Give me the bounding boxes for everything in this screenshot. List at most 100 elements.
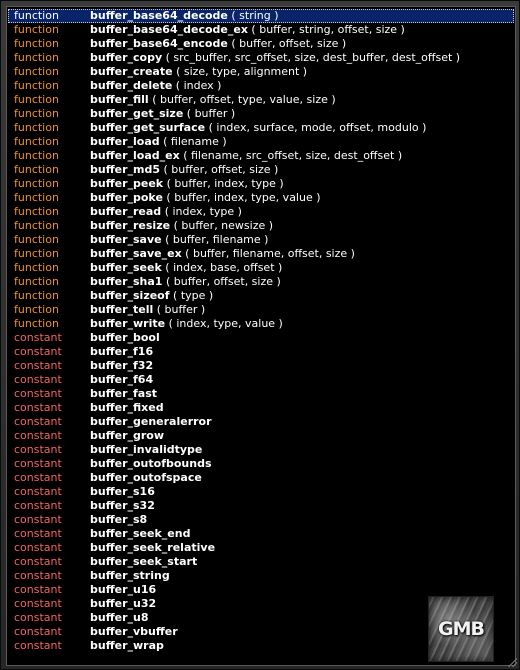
- list-item-buffer-s32[interactable]: constant buffer_s32: [8, 499, 514, 513]
- item-signature: buffer_save ( buffer, filename ): [90, 233, 268, 247]
- list-item-buffer-f16[interactable]: constant buffer_f16: [8, 345, 514, 359]
- item-name: buffer_s16: [90, 485, 155, 498]
- list-item-buffer-s16[interactable]: constant buffer_s16: [8, 485, 514, 499]
- item-signature: buffer_load_ex ( filename, src_offset, s…: [90, 149, 402, 163]
- list-item-buffer-f32[interactable]: constant buffer_f32: [8, 359, 514, 373]
- list-item-buffer-save[interactable]: function buffer_save ( buffer, filename ): [8, 233, 514, 247]
- list-item-buffer-string[interactable]: constant buffer_string: [8, 569, 514, 583]
- list-item-buffer-invalidtype[interactable]: constant buffer_invalidtype: [8, 443, 514, 457]
- item-kind: function: [14, 163, 59, 176]
- item-name: buffer_tell: [90, 303, 154, 316]
- list-item-buffer-copy[interactable]: function buffer_copy ( src_buffer, src_of…: [8, 51, 514, 65]
- list-item-buffer-seek[interactable]: function buffer_seek ( index, base, offse…: [8, 261, 514, 275]
- list-item-buffer-poke[interactable]: function buffer_poke ( buffer, index, typ…: [8, 191, 514, 205]
- list-item-buffer-write[interactable]: function buffer_write ( index, type, valu…: [8, 317, 514, 331]
- list-item-buffer-peek[interactable]: function buffer_peek ( buffer, index, typ…: [8, 177, 514, 191]
- item-args: ( filename, src_offset, size, dest_offse…: [183, 149, 403, 162]
- list-item-buffer-seek-end[interactable]: constant buffer_seek_end: [8, 527, 514, 541]
- list-item-buffer-f64[interactable]: constant buffer_f64: [8, 373, 514, 387]
- item-kind: function: [14, 135, 59, 148]
- item-kind: constant: [14, 401, 62, 414]
- item-kind: constant: [14, 471, 62, 484]
- item-args: ( buffer, offset, size ): [165, 275, 281, 288]
- list-item-buffer-sha1[interactable]: function buffer_sha1 ( buffer, offset, si…: [8, 275, 514, 289]
- list-item-buffer-outofspace[interactable]: constant buffer_outofspace: [8, 471, 514, 485]
- item-signature: buffer_write ( index, type, value ): [90, 317, 283, 331]
- item-kind: constant: [14, 513, 62, 526]
- item-signature: buffer_base64_decode_ex ( buffer, string…: [90, 23, 405, 37]
- item-args: ( buffer, index, type, value ): [166, 191, 321, 204]
- list-item-buffer-base64-decode-ex[interactable]: function buffer_base64_decode_ex ( buffer…: [8, 23, 514, 37]
- item-signature: buffer_u8: [90, 611, 149, 625]
- item-kind: constant: [14, 415, 62, 428]
- list-item-buffer-fill[interactable]: function buffer_fill ( buffer, offset, ty…: [8, 93, 514, 107]
- item-kind: function: [14, 205, 59, 218]
- list-item-buffer-delete[interactable]: function buffer_delete ( index ): [8, 79, 514, 93]
- list-item-buffer-load[interactable]: function buffer_load ( filename ): [8, 135, 514, 149]
- list-item-buffer-sizeof[interactable]: function buffer_sizeof ( type ): [8, 289, 514, 303]
- list-item-buffer-get-size[interactable]: function buffer_get_size ( buffer ): [8, 107, 514, 121]
- list-item-buffer-read[interactable]: function buffer_read ( index, type ): [8, 205, 514, 219]
- item-args: ( buffer, filename ): [165, 233, 269, 246]
- item-name: buffer_peek: [90, 177, 164, 190]
- list-item-buffer-save-ex[interactable]: function buffer_save_ex ( buffer, filenam…: [8, 247, 514, 261]
- item-kind: constant: [14, 485, 62, 498]
- item-signature: buffer_seek_relative: [90, 541, 215, 555]
- item-name: buffer_fixed: [90, 401, 164, 414]
- item-name: buffer_seek_end: [90, 527, 191, 540]
- list-item-buffer-get-surface[interactable]: function buffer_get_surface ( index, surf…: [8, 121, 514, 135]
- item-name: buffer_outofspace: [90, 471, 202, 484]
- item-signature: buffer_seek ( index, base, offset ): [90, 261, 282, 275]
- list-item-buffer-base64-decode[interactable]: function buffer_base64_decode ( string ): [8, 9, 514, 23]
- resize-grip-icon[interactable]: [507, 657, 517, 667]
- item-kind: function: [14, 121, 59, 134]
- item-name: buffer_sha1: [90, 275, 163, 288]
- item-args: ( index ): [175, 79, 222, 92]
- item-args: ( string ): [231, 9, 279, 22]
- item-name: buffer_grow: [90, 429, 165, 442]
- item-name: buffer_md5: [90, 163, 160, 176]
- list-item-buffer-load-ex[interactable]: function buffer_load_ex ( filename, src_o…: [8, 149, 514, 163]
- item-name: buffer_u8: [90, 611, 149, 624]
- item-name: buffer_load: [90, 135, 160, 148]
- item-args: ( buffer, offset, size ): [231, 37, 347, 50]
- list-item-buffer-seek-relative[interactable]: constant buffer_seek_relative: [8, 541, 514, 555]
- item-kind: function: [14, 51, 59, 64]
- logo-text: GMB: [438, 618, 485, 640]
- list-item-buffer-md5[interactable]: function buffer_md5 ( buffer, offset, siz…: [8, 163, 514, 177]
- list-item-buffer-seek-start[interactable]: constant buffer_seek_start: [8, 555, 514, 569]
- item-signature: buffer_grow: [90, 429, 164, 443]
- item-signature: buffer_sha1 ( buffer, offset, size ): [90, 275, 281, 289]
- item-name: buffer_s32: [90, 499, 155, 512]
- item-signature: buffer_wrap: [90, 639, 164, 653]
- item-name: buffer_seek_start: [90, 555, 198, 568]
- list-item-buffer-generalerror[interactable]: constant buffer_generalerror: [8, 415, 514, 429]
- list-item-buffer-bool[interactable]: constant buffer_bool: [8, 331, 514, 345]
- autocomplete-list: function buffer_base64_decode ( string ) f…: [8, 9, 514, 653]
- list-item-buffer-resize[interactable]: function buffer_resize ( buffer, newsize …: [8, 219, 514, 233]
- item-name: buffer_s8: [90, 513, 148, 526]
- gmb-logo: GMB: [428, 596, 494, 662]
- item-name: buffer_get_surface: [90, 121, 206, 134]
- item-name: buffer_base64_decode: [90, 9, 228, 22]
- list-item-buffer-u16[interactable]: constant buffer_u16: [8, 583, 514, 597]
- list-item-buffer-s8[interactable]: constant buffer_s8: [8, 513, 514, 527]
- list-item-buffer-grow[interactable]: constant buffer_grow: [8, 429, 514, 443]
- item-kind: constant: [14, 597, 62, 610]
- item-signature: buffer_f32: [90, 359, 153, 373]
- item-signature: buffer_tell ( buffer ): [90, 303, 205, 317]
- list-item-buffer-base64-encode[interactable]: function buffer_base64_encode ( buffer, o…: [8, 37, 514, 51]
- list-item-buffer-fixed[interactable]: constant buffer_fixed: [8, 401, 514, 415]
- autocomplete-window: function buffer_base64_decode ( string ) f…: [0, 0, 520, 670]
- item-args: ( buffer, index, type ): [166, 177, 284, 190]
- item-kind: function: [14, 65, 59, 78]
- list-item-buffer-create[interactable]: function buffer_create ( size, type, alig…: [8, 65, 514, 79]
- list-item-buffer-tell[interactable]: function buffer_tell ( buffer ): [8, 303, 514, 317]
- list-item-buffer-fast[interactable]: constant buffer_fast: [8, 387, 514, 401]
- item-args: ( index, type ): [164, 205, 242, 218]
- list-item-buffer-outofbounds[interactable]: constant buffer_outofbounds: [8, 457, 514, 471]
- item-signature: buffer_peek ( buffer, index, type ): [90, 177, 284, 191]
- item-name: buffer_base64_encode: [90, 37, 228, 50]
- item-name: buffer_u16: [90, 583, 157, 596]
- item-signature: buffer_u16: [90, 583, 156, 597]
